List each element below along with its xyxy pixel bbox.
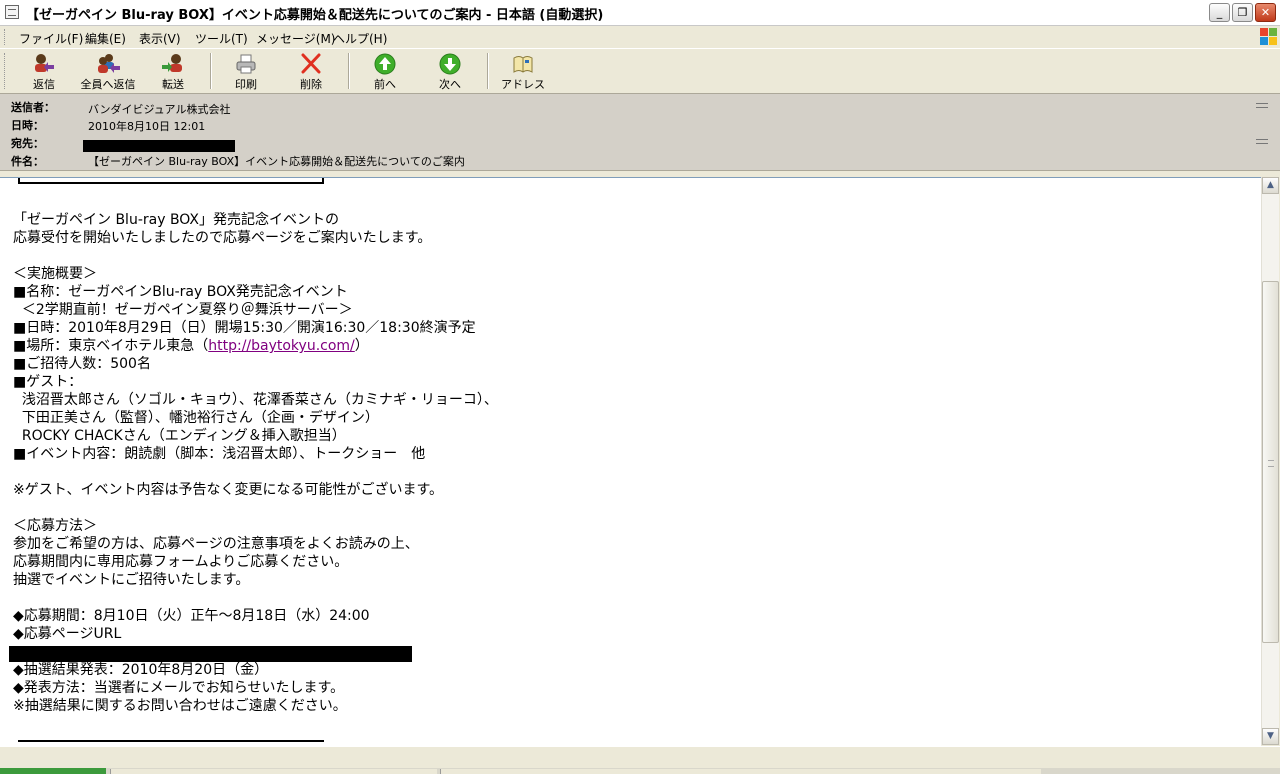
windows-logo-icon: [1259, 27, 1277, 45]
body-line: ■日時：2010年8月29日（日）開場15:30／開演16:30／18:30終演…: [13, 320, 476, 336]
taskbar-button[interactable]: [440, 769, 1041, 774]
vertical-scrollbar[interactable]: ▲ ▼: [1261, 177, 1279, 745]
body-line: ＜2学期直前！ゼーガペイン夏祭り＠舞浜サーバー＞: [13, 302, 353, 318]
menu-tools[interactable]: ツール(T): [195, 30, 248, 47]
delete-label: 削除: [300, 78, 322, 91]
start-button[interactable]: [0, 768, 106, 774]
reply-all-button[interactable]: 全員へ返信: [78, 51, 138, 91]
section-heading: ＜実施概要＞: [13, 266, 97, 282]
body-line: ■ゲスト：: [13, 374, 83, 390]
addresses-button[interactable]: アドレス: [493, 51, 553, 91]
window-controls: _ ❐ ✕: [1209, 3, 1276, 22]
arrow-up-icon: [373, 53, 397, 75]
menu-file[interactable]: ファイル(F): [19, 30, 83, 47]
body-line: 応募受付を開始いたしましたので応募ページをご案内いたします。: [13, 230, 432, 246]
print-button[interactable]: 印刷: [216, 51, 276, 91]
delete-button[interactable]: 削除: [281, 51, 341, 91]
toolbar-separator: [348, 53, 350, 89]
redacted-url: [9, 646, 412, 662]
toolbar-grip[interactable]: [4, 53, 8, 89]
subject-value: 【ゼーガペイン Blu-ray BOX】イベント応募開始＆配送先についてのご案内: [88, 155, 465, 168]
toolbar-separator: [210, 53, 212, 89]
menu-edit[interactable]: 編集(E): [85, 30, 126, 47]
body-line: ◆応募ページURL: [13, 626, 122, 642]
message-window-icon: [5, 5, 19, 19]
forward-button[interactable]: 転送: [143, 51, 203, 91]
body-line: ■場所：東京ベイホテル東急（http://baytokyu.com/）: [13, 337, 369, 355]
redacted-recipient: [83, 140, 235, 152]
restore-button[interactable]: ❐: [1232, 3, 1253, 22]
minimize-button[interactable]: _: [1209, 3, 1230, 22]
toolbar: 返信 全員へ返信 転送 印刷 削除 前へ 次へ アドレス: [0, 49, 1280, 94]
body-line: 応募期間内に専用応募フォームよりご応募ください。: [13, 554, 349, 570]
header-scroll-handle[interactable]: [1254, 100, 1270, 114]
next-label: 次へ: [439, 78, 461, 91]
decorative-box-top: [18, 178, 324, 184]
reply-all-label: 全員へ返信: [80, 78, 136, 91]
message-header: 送信者： バンダイビジュアル株式会社 日時： 2010年8月10日 12:01 …: [0, 94, 1280, 171]
menu-message[interactable]: メッセージ(M): [256, 30, 335, 47]
venue-text: ■場所：東京ベイホテル東急（: [13, 338, 209, 354]
body-line: ROCKY CHACKさん（エンディング＆挿入歌担当）: [13, 428, 346, 444]
reply-label: 返信: [33, 78, 55, 91]
print-label: 印刷: [235, 78, 257, 91]
forward-label: 転送: [162, 78, 184, 91]
arrow-down-icon: [438, 53, 462, 75]
reply-all-icon: [96, 53, 120, 75]
window-title: 【ゼーガペイン Blu-ray BOX】イベント応募開始＆配送先についてのご案内…: [26, 8, 604, 23]
address-book-icon: [511, 53, 535, 75]
close-button[interactable]: ✕: [1255, 3, 1276, 22]
forward-icon: [161, 53, 185, 75]
reply-icon: [32, 53, 56, 75]
status-bar: [0, 746, 1280, 769]
printer-icon: [234, 53, 258, 75]
scroll-down-arrow-icon[interactable]: ▼: [1262, 728, 1279, 745]
body-line: 抽選でイベントにご招待いたします。: [13, 572, 250, 588]
to-label: 宛先：: [11, 137, 44, 150]
header-scroll-handle[interactable]: [1254, 136, 1270, 150]
body-line: ◆発表方法：当選者にメールでお知らせいたします。: [13, 680, 345, 696]
scroll-thumb[interactable]: [1262, 281, 1279, 643]
menu-help[interactable]: ヘルプ(H): [333, 30, 387, 47]
body-line: ■イベント内容：朗読劇（脚本：浅沼晋太郎）、トークショー 他: [13, 446, 426, 462]
previous-label: 前へ: [374, 78, 396, 91]
date-value: 2010年8月10日 12:01: [88, 120, 206, 133]
body-line: ※ゲスト、イベント内容は予告なく変更になる可能性がございます。: [13, 482, 444, 498]
menu-bar: ファイル(F) 編集(E) 表示(V) ツール(T) メッセージ(M) ヘルプ(…: [0, 26, 1280, 49]
addresses-label: アドレス: [501, 78, 545, 91]
body-line: ※抽選結果に関するお問い合わせはご遠慮ください。: [13, 698, 347, 714]
body-line: ■ご招待人数：500名: [13, 356, 151, 372]
title-bar: 【ゼーガペイン Blu-ray BOX】イベント応募開始＆配送先についてのご案内…: [0, 0, 1280, 26]
message-body[interactable]: 「ゼーガペイン Blu-ray BOX」発売記念イベントの 応募受付を開始いたし…: [0, 177, 1261, 746]
taskbar: [0, 768, 1280, 774]
previous-button[interactable]: 前へ: [355, 51, 415, 91]
taskbar-button[interactable]: [110, 769, 437, 774]
body-line: 「ゼーガペイン Blu-ray BOX」発売記念イベントの: [13, 212, 340, 228]
body-line: ■名称：ゼーガペインBlu-ray BOX発売記念イベント: [13, 284, 348, 300]
body-line: 下田正美さん（監督）、幡池裕行さん（企画・デザイン）: [13, 410, 379, 426]
menu-view[interactable]: 表示(V): [139, 30, 181, 47]
body-line: 浅沼晋太郎さん（ソゴル・キョウ）、花澤香菜さん（カミナギ・リョーコ）、: [13, 392, 498, 408]
from-value[interactable]: バンダイビジュアル株式会社: [88, 101, 230, 117]
menu-grip[interactable]: [4, 29, 8, 45]
subject-label: 件名：: [11, 155, 44, 168]
body-line: ◆抽選結果発表：2010年8月20日（金）: [13, 662, 269, 678]
date-label: 日時：: [11, 119, 44, 132]
delete-x-icon: [299, 53, 323, 75]
body-line: ◆応募期間：8月10日（火）正午～8月18日（水）24:00: [13, 608, 370, 624]
section-heading: ＜応募方法＞: [13, 518, 97, 534]
venue-text-end: ）: [354, 338, 369, 354]
body-line: 参加をご希望の方は、応募ページの注意事項をよくお読みの上、: [13, 536, 419, 552]
reply-button[interactable]: 返信: [14, 51, 74, 91]
toolbar-separator: [487, 53, 489, 89]
scroll-up-arrow-icon[interactable]: ▲: [1262, 177, 1279, 194]
venue-link[interactable]: http://baytokyu.com/: [208, 338, 355, 354]
from-label: 送信者：: [11, 101, 55, 114]
next-button[interactable]: 次へ: [420, 51, 480, 91]
